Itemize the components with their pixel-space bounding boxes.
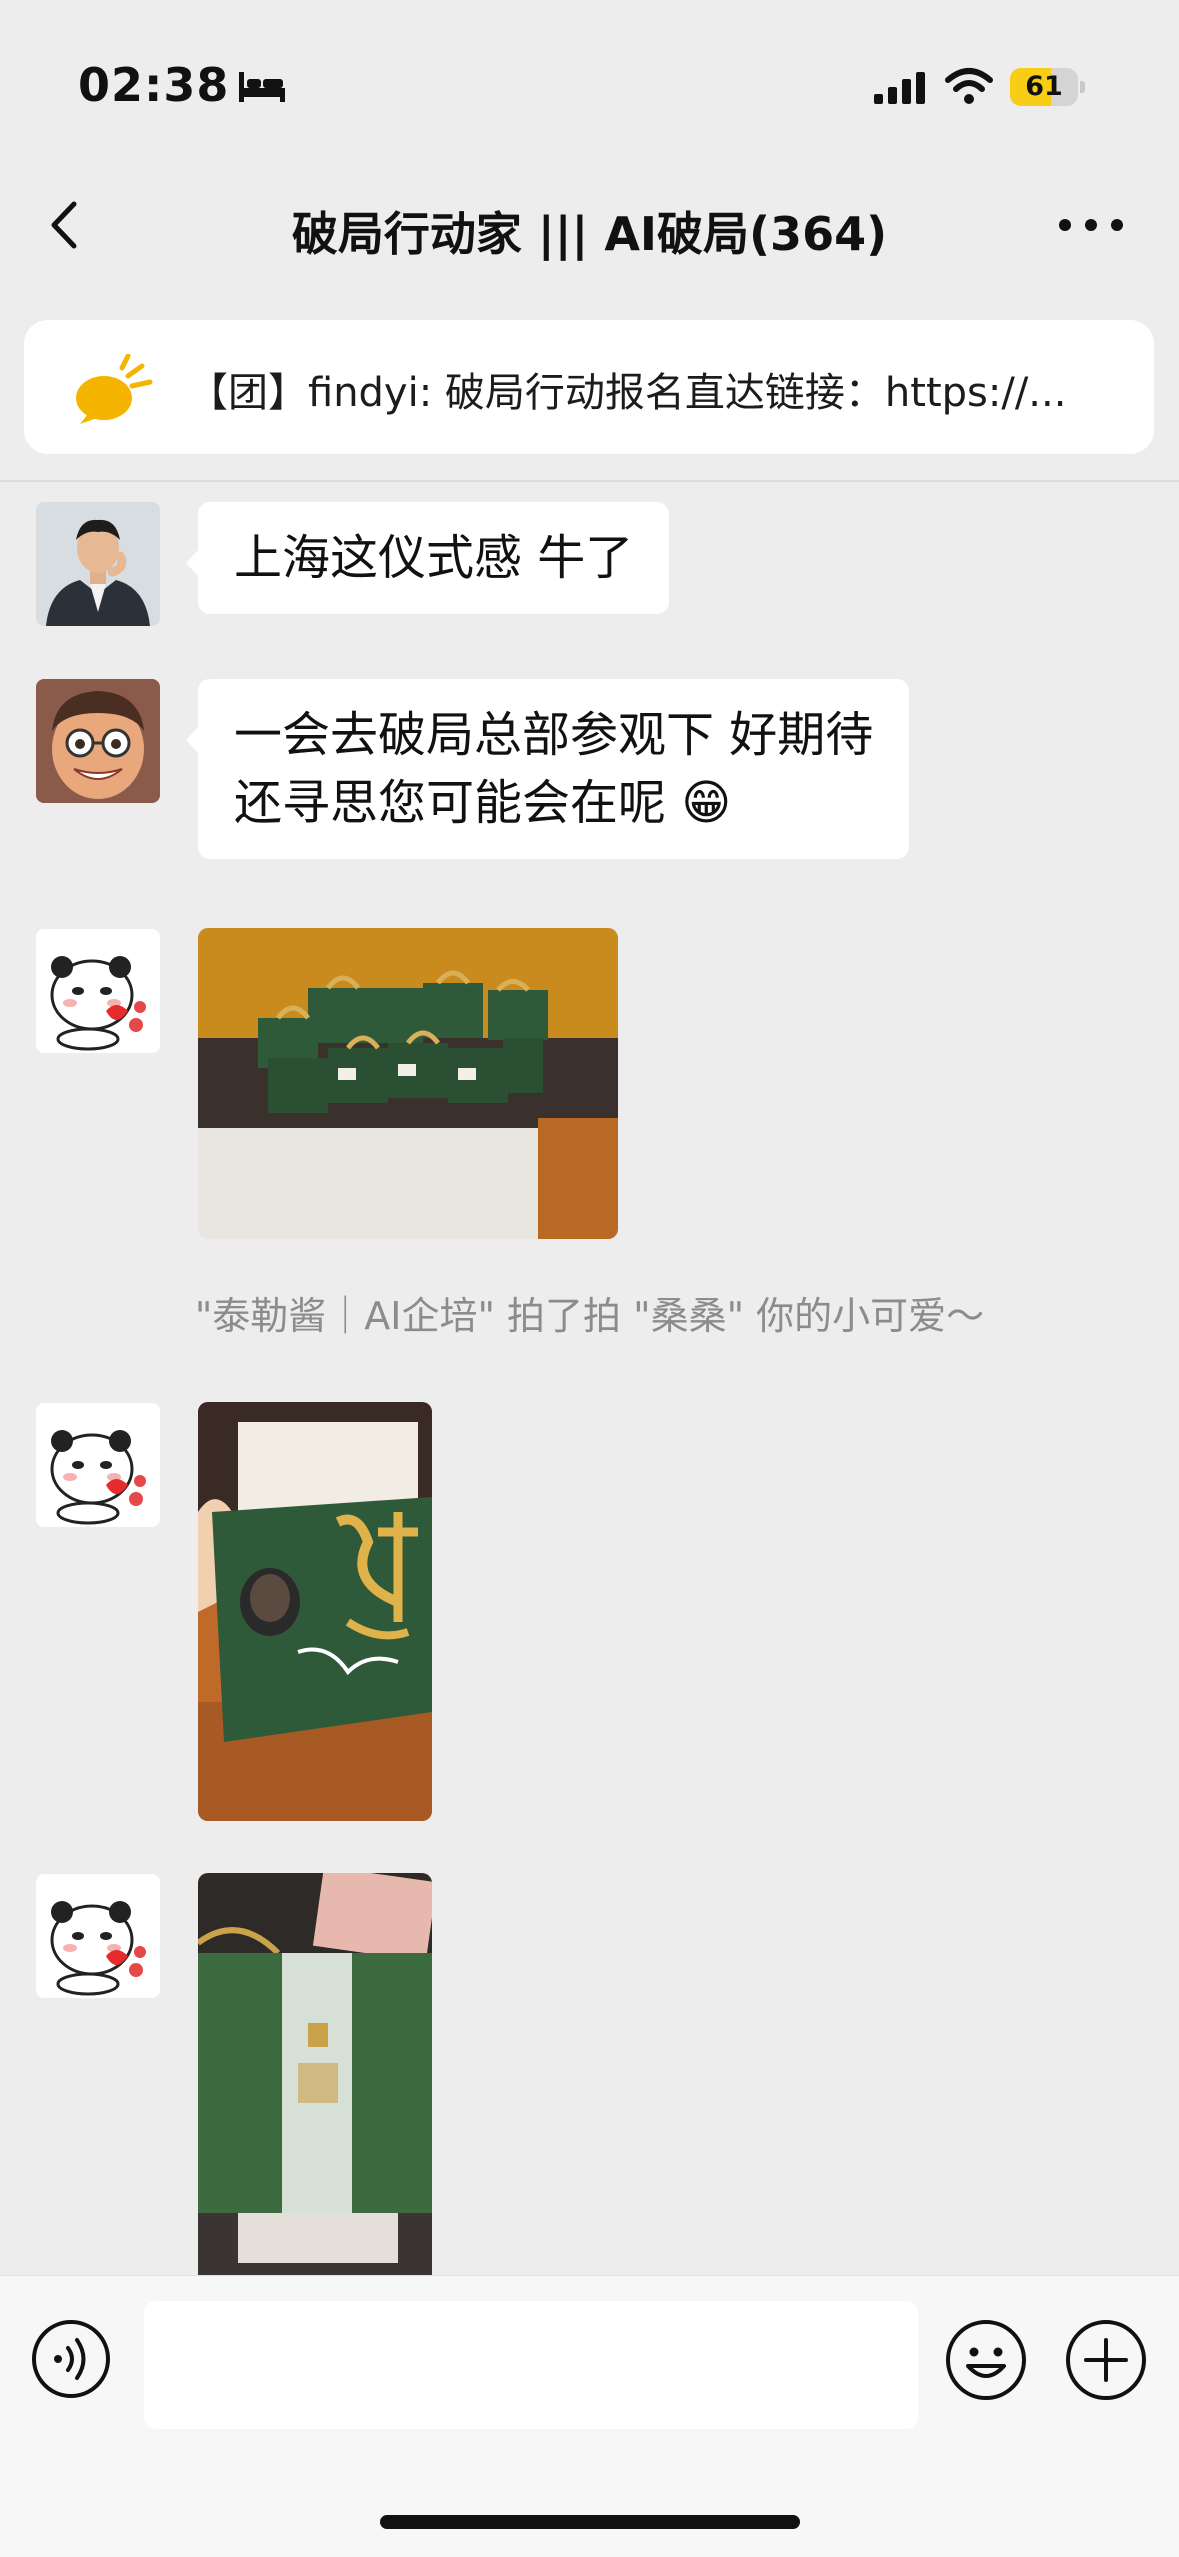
avatar[interactable] [36, 929, 160, 1053]
message-bubble[interactable]: 上海这仪式感 牛了 [198, 502, 670, 614]
more-actions-button[interactable] [1064, 2318, 1148, 2402]
battery-indicator: 61 [1010, 68, 1086, 106]
battery-level: 61 [1025, 71, 1063, 102]
announcement-icon [76, 354, 153, 424]
input-bar [0, 2275, 1179, 2557]
image-message[interactable] [198, 928, 618, 1239]
battery-body: 61 [1010, 68, 1078, 106]
photo-green-gift-box-card [198, 1402, 432, 1821]
message-text: 上海这仪式感 牛了 [234, 530, 634, 586]
image-message[interactable] [198, 1873, 432, 2275]
status-time: 02:38 [78, 58, 230, 112]
message-text-line: 还寻思您可能会在呢 😁 [234, 775, 732, 831]
avatar[interactable] [36, 1874, 160, 1998]
message-input[interactable] [144, 2301, 918, 2429]
bed-icon [239, 72, 285, 102]
chat-header: 破局行动家 ||| AI破局(364) [0, 180, 1179, 270]
more-options-button[interactable] [1056, 208, 1126, 242]
avatar-panda-sticker [36, 1874, 160, 1998]
message-text-line: 一会去破局总部参观下 好期待 [234, 707, 874, 763]
message-bubble[interactable]: 一会去破局总部参观下 好期待 还寻思您可能会在呢 😁 [198, 679, 910, 859]
avatar[interactable] [36, 679, 160, 803]
back-button[interactable] [40, 198, 94, 252]
emoji-button[interactable] [944, 2318, 1028, 2402]
wifi-icon [945, 68, 993, 104]
home-indicator [380, 2515, 800, 2529]
photo-green-gift-bag [198, 1873, 432, 2275]
avatar[interactable] [36, 502, 160, 626]
pinned-announcement[interactable]: 【团】findyi: 破局行动报名直达链接：https://... [24, 320, 1154, 454]
chat-title: 破局行动家 ||| AI破局(364) [291, 207, 888, 261]
photo-green-gift-boxes-pile [198, 928, 618, 1239]
avatar-panda-sticker [36, 929, 160, 1053]
system-pat-message: "泰勒酱｜AI企培" 拍了拍 "桑桑" 你的小可爱～ [194, 1294, 985, 1338]
battery-nub [1080, 81, 1085, 93]
voice-button[interactable] [30, 2318, 112, 2400]
avatar[interactable] [36, 1403, 160, 1527]
avatar-man-suit [36, 502, 160, 626]
avatar-panda-sticker [36, 1403, 160, 1527]
avatar-cartoon-man [36, 679, 160, 803]
divider [0, 480, 1179, 482]
status-bar: 02:38 61 [0, 0, 1179, 150]
cellular-signal-icon [874, 72, 925, 104]
pinned-text: 【团】findyi: 破局行动报名直达链接：https://... [188, 370, 1067, 416]
image-message[interactable] [198, 1402, 432, 1821]
